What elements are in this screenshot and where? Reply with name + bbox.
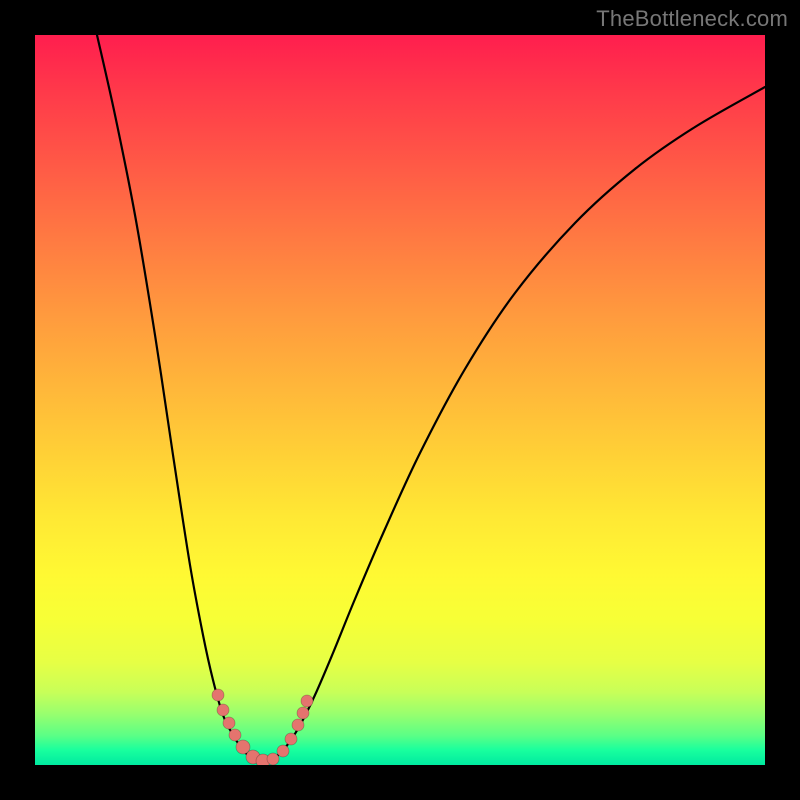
watermark-text: TheBottleneck.com: [596, 6, 788, 32]
chart-frame: TheBottleneck.com: [0, 0, 800, 800]
bottleneck-curve: [97, 35, 765, 762]
data-marker: [217, 704, 229, 716]
data-marker: [212, 689, 224, 701]
curve-svg: [35, 35, 765, 765]
data-marker: [292, 719, 304, 731]
data-marker: [297, 707, 309, 719]
data-marker: [223, 717, 235, 729]
plot-area: [35, 35, 765, 765]
data-marker: [229, 729, 241, 741]
data-marker: [277, 745, 289, 757]
data-marker: [301, 695, 313, 707]
data-marker: [267, 753, 279, 765]
marker-cluster: [212, 689, 313, 765]
data-marker: [285, 733, 297, 745]
